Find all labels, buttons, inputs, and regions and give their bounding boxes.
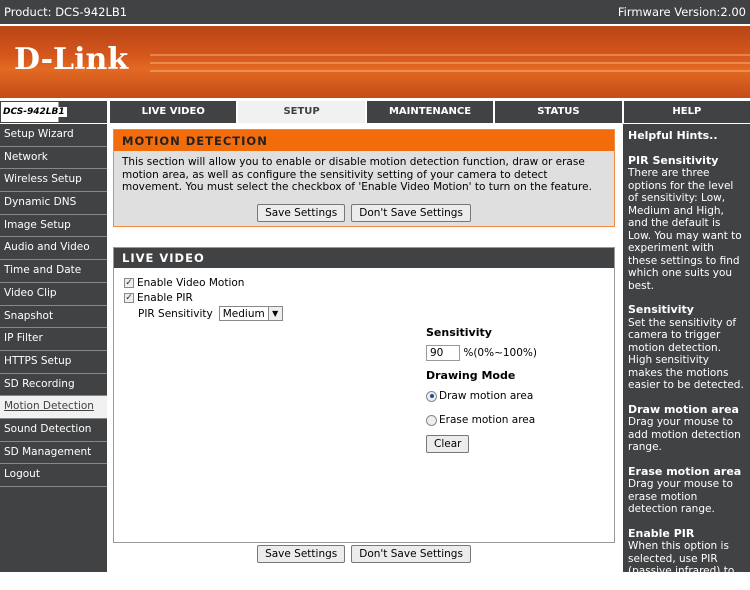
sensitivity-input[interactable]: 90 xyxy=(426,345,460,361)
draw-motion-radio[interactable]: Draw motion area xyxy=(426,390,537,402)
sidebar-item-audio-and-video[interactable]: Audio and Video xyxy=(0,237,107,260)
tab-status[interactable]: STATUS xyxy=(495,101,621,123)
help-heading: PIR Sensitivity xyxy=(628,155,745,168)
motion-detection-panel: MOTION DETECTION This section will allow… xyxy=(113,129,615,227)
sidebar-item-sd-recording[interactable]: SD Recording xyxy=(0,374,107,397)
help-text: Drag your mouse to add motion detection … xyxy=(628,416,745,454)
sidebar-item-sd-management[interactable]: SD Management xyxy=(0,442,107,465)
dont-save-button[interactable]: Don't Save Settings xyxy=(351,204,471,222)
sidebar-item-dynamic-dns[interactable]: Dynamic DNS xyxy=(0,192,107,215)
help-text: When this option is selected, use PIR (p… xyxy=(628,540,745,590)
panel-title: LIVE VIDEO xyxy=(114,248,614,268)
sidebar-item-logout[interactable]: Logout xyxy=(0,464,107,487)
top-bar: Product: DCS-942LB1 Firmware Version:2.0… xyxy=(0,0,750,24)
help-section: SensitivitySet the sensitivity of camera… xyxy=(628,304,745,392)
model-label: DCS-942LB1 xyxy=(0,101,107,123)
help-text: Set the sensitivity of camera to trigger… xyxy=(628,317,745,392)
tab-maintenance[interactable]: MAINTENANCE xyxy=(367,101,493,123)
checkbox-icon[interactable]: ✓ xyxy=(124,278,134,288)
help-heading: Erase motion area xyxy=(628,466,745,479)
help-heading: Enable PIR xyxy=(628,528,745,541)
sidebar-item-ip-filter[interactable]: IP Filter xyxy=(0,328,107,351)
help-heading: Draw motion area xyxy=(628,404,745,417)
dlink-logo: D-Link xyxy=(14,42,128,77)
sidebar-item-network[interactable]: Network xyxy=(0,147,107,170)
bottom-dont-save-button[interactable]: Don't Save Settings xyxy=(351,545,471,563)
checkbox-icon[interactable]: ✓ xyxy=(124,293,134,303)
panel-title: MOTION DETECTION xyxy=(114,130,614,151)
enable-video-motion-checkbox[interactable]: ✓Enable Video Motion xyxy=(124,277,244,289)
tab-live-video[interactable]: LIVE VIDEO xyxy=(110,101,236,123)
pir-sensitivity-label: PIR Sensitivity xyxy=(138,308,213,320)
banner: D-Link xyxy=(0,26,750,98)
help-text: Drag your mouse to erase motion detectio… xyxy=(628,478,745,516)
help-text: There are three options for the level of… xyxy=(628,167,745,292)
sidebar-item-image-setup[interactable]: Image Setup xyxy=(0,215,107,238)
bottom-save-button[interactable]: Save Settings xyxy=(257,545,345,563)
help-section: Draw motion areaDrag your mouse to add m… xyxy=(628,404,745,454)
chevron-down-icon[interactable]: ▼ xyxy=(268,307,282,320)
erase-motion-radio[interactable]: Erase motion area xyxy=(426,414,537,426)
help-section: PIR SensitivityThere are three options f… xyxy=(628,155,745,293)
sensitivity-label: Sensitivity xyxy=(426,326,537,339)
tab-setup[interactable]: SETUP xyxy=(238,101,364,123)
help-panel: Helpful Hints.. PIR SensitivityThere are… xyxy=(621,124,750,572)
firmware-label: Firmware Version:2.00 xyxy=(618,5,746,19)
tab-help[interactable]: HELP xyxy=(624,101,750,123)
enable-pir-checkbox[interactable]: ✓Enable PIR xyxy=(124,292,193,304)
drawing-mode-label: Drawing Mode xyxy=(426,369,537,382)
help-section: Erase motion areaDrag your mouse to eras… xyxy=(628,466,745,516)
sidebar-item-setup-wizard[interactable]: Setup Wizard xyxy=(0,124,107,147)
sidebar-item-video-clip[interactable]: Video Clip xyxy=(0,283,107,306)
radio-selected-icon[interactable] xyxy=(426,391,437,402)
clear-button[interactable]: Clear xyxy=(426,435,469,453)
pir-sensitivity-select[interactable]: Medium▼ xyxy=(219,306,283,321)
product-label: Product: DCS-942LB1 xyxy=(4,5,127,19)
main-tabs: LIVE VIDEO SETUP MAINTENANCE STATUS HELP xyxy=(110,101,750,123)
sidebar-item-time-and-date[interactable]: Time and Date xyxy=(0,260,107,283)
save-button[interactable]: Save Settings xyxy=(257,204,345,222)
sidebar-item-snapshot[interactable]: Snapshot xyxy=(0,306,107,329)
help-title: Helpful Hints.. xyxy=(628,130,745,143)
help-heading: Sensitivity xyxy=(628,304,745,317)
radio-icon[interactable] xyxy=(426,415,437,426)
sidebar-item-https-setup[interactable]: HTTPS Setup xyxy=(0,351,107,374)
help-section: Enable PIRWhen this option is selected, … xyxy=(628,528,745,590)
sidebar-item-motion-detection[interactable]: Motion Detection xyxy=(0,396,107,419)
sidebar-item-sound-detection[interactable]: Sound Detection xyxy=(0,419,107,442)
live-video-panel: LIVE VIDEO ✓Enable Video Motion ✓Enable … xyxy=(113,247,615,543)
sidebar: Setup WizardNetworkWireless SetupDynamic… xyxy=(0,124,107,572)
panel-description: This section will allow you to enable or… xyxy=(114,151,614,199)
sensitivity-range: %(0%~100%) xyxy=(463,347,537,359)
sidebar-item-wireless-setup[interactable]: Wireless Setup xyxy=(0,169,107,192)
